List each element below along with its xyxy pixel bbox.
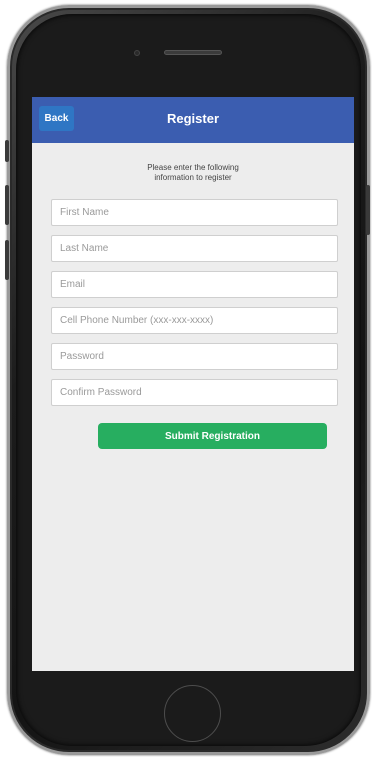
last-name-field[interactable] xyxy=(51,235,338,262)
registration-instructions: Please enter the following information t… xyxy=(147,163,239,182)
navigation-bar: Back Register xyxy=(32,97,354,143)
volume-up-button xyxy=(5,185,9,225)
app-screen: Back Register Please enter the following… xyxy=(32,97,354,671)
submit-registration-button[interactable]: Submit Registration xyxy=(98,423,327,449)
front-camera xyxy=(134,50,140,56)
cell-phone-field[interactable] xyxy=(51,307,338,334)
email-field[interactable] xyxy=(51,271,338,298)
home-button[interactable] xyxy=(164,685,221,742)
earpiece-speaker xyxy=(164,50,222,55)
registration-form: Submit Registration xyxy=(32,199,354,449)
password-field[interactable] xyxy=(51,343,338,370)
volume-down-button xyxy=(5,240,9,280)
power-button xyxy=(366,185,370,235)
confirm-password-field[interactable] xyxy=(51,379,338,406)
first-name-field[interactable] xyxy=(51,199,338,226)
page-title: Register xyxy=(166,111,220,126)
mute-switch xyxy=(5,140,9,162)
